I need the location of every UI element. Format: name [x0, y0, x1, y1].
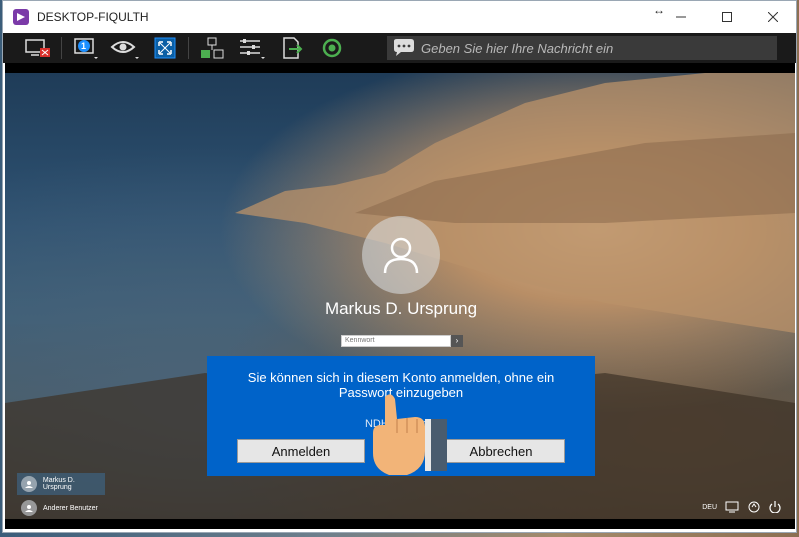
remote-session-window: DESKTOP-FIQULTH ↔ 1 Geben Sie hier Ihre …: [2, 0, 797, 533]
minimize-button[interactable]: [658, 1, 704, 33]
pointer-hand-icon: [373, 394, 447, 475]
lockscreen-background: Markus D. Ursprung › Sie können sich in …: [5, 73, 795, 519]
sliders-icon: [240, 39, 265, 59]
cancel-button[interactable]: Abbrechen: [437, 439, 565, 463]
maximize-icon: [722, 12, 732, 22]
monitor-select-button[interactable]: 1: [68, 34, 102, 62]
language-indicator[interactable]: DEU: [702, 504, 717, 511]
toolbar-separator: [188, 37, 189, 59]
network-icon: [201, 37, 224, 59]
user-list-item-other[interactable]: Anderer Benutzer: [17, 497, 105, 519]
chat-bubble-icon: [394, 39, 414, 56]
password-field[interactable]: [341, 335, 451, 347]
accessibility-icon[interactable]: [747, 501, 761, 513]
remote-control-button[interactable]: [195, 34, 229, 62]
end-session-button[interactable]: [21, 34, 55, 62]
lockscreen-user-name: Markus D. Ursprung: [324, 299, 478, 318]
monitor-number-badge: 1: [81, 41, 87, 51]
user-avatar: [362, 216, 440, 294]
eye-icon: [110, 41, 139, 59]
lockscreen-tray: DEU: [702, 501, 781, 513]
monitor-disconnect-icon: [25, 39, 50, 57]
power-icon[interactable]: [769, 501, 781, 513]
user-list-label: Markus D. Ursprung: [42, 477, 75, 491]
maximize-button[interactable]: [704, 1, 750, 33]
minimize-icon: [676, 16, 686, 18]
session-toolbar: 1: [3, 33, 796, 63]
status-ring-icon: [322, 38, 342, 58]
toolbar-separator: [61, 37, 62, 59]
status-button[interactable]: [315, 34, 349, 62]
app-logo-icon: [13, 9, 29, 25]
user-list-label: Anderer Benutzer: [43, 504, 98, 512]
signin-button[interactable]: Anmelden: [237, 439, 365, 463]
password-submit-button[interactable]: ›: [451, 335, 463, 347]
view-button[interactable]: [108, 34, 142, 62]
settings-button[interactable]: [235, 34, 269, 62]
file-transfer-icon: [283, 37, 303, 59]
user-icon: [21, 500, 37, 516]
fullscreen-button[interactable]: [148, 34, 182, 62]
network-icon[interactable]: [725, 501, 739, 513]
remote-desktop-viewport[interactable]: Markus D. Ursprung › Sie können sich in …: [5, 63, 795, 529]
title-bar[interactable]: DESKTOP-FIQULTH ↔: [3, 1, 796, 33]
chat-message-input[interactable]: [419, 39, 763, 57]
close-button[interactable]: [750, 1, 796, 33]
user-icon: [21, 476, 37, 492]
close-icon: [768, 12, 778, 22]
window-title: DESKTOP-FIQULTH: [37, 10, 149, 24]
user-list-item-markus[interactable]: Markus D. Ursprung: [17, 473, 105, 495]
user-icon: [383, 237, 419, 274]
fullscreen-icon: [154, 37, 176, 59]
file-transfer-button[interactable]: [275, 34, 309, 62]
chat-bar: [387, 36, 777, 60]
